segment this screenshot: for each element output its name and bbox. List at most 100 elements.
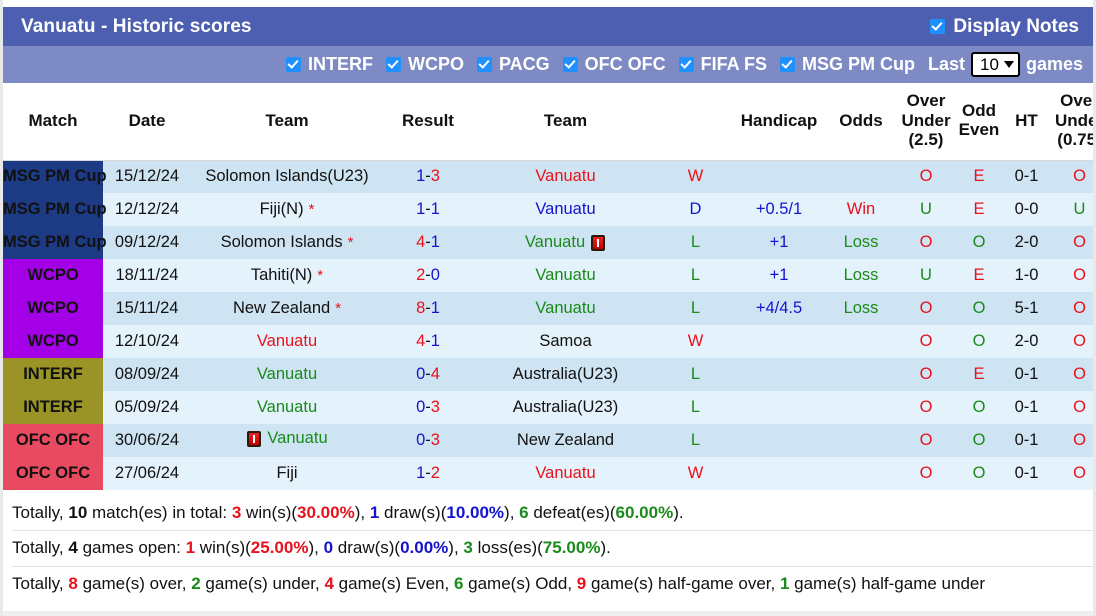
handicap-value: +1 (733, 259, 825, 293)
odd-even-value: O (955, 457, 1003, 491)
table-row[interactable]: WCPO 15/11/24 New Zealand * 8-1 Vanuatu L +4/4.… (3, 292, 1093, 326)
checkbox-icon-ofc-ofc[interactable] (562, 57, 578, 72)
checkbox-icon-pacg[interactable] (477, 57, 492, 72)
column-header-handicap[interactable]: Handicap (733, 83, 825, 161)
home-team-cell[interactable]: Fiji(N) * (191, 193, 383, 227)
ou25-line3: (2.5) (908, 130, 944, 150)
games-count-select[interactable]: 10 (971, 52, 1020, 77)
table-row[interactable]: MSG PM Cup 15/12/24 Solomon Islands(U23) 1-… (3, 160, 1093, 194)
column-header-over-under-075[interactable]: Over Under (0.75) (1050, 83, 1096, 161)
half-time-score: 1-0 (1003, 259, 1050, 293)
score-away: 3 (430, 167, 440, 186)
s2-losses-pct: 75.00% (542, 538, 601, 558)
filter-pacg[interactable]: PACG (477, 54, 550, 75)
checkbox-icon-fifa-fs[interactable] (678, 57, 694, 72)
score-home: 0 (416, 398, 426, 417)
home-team-cell[interactable]: Solomon Islands * (191, 226, 383, 260)
column-header-odd-even[interactable]: Odd Even (955, 83, 1003, 161)
column-header-team-home[interactable]: Team (191, 83, 383, 161)
home-team-cell[interactable]: Tahiti(N) * (191, 259, 383, 293)
ou075-line1: Over (1060, 91, 1096, 110)
table-row[interactable]: WCPO 12/10/24 Vanuatu 4-1 Samoa W O O 2-0 O (3, 325, 1093, 359)
competition-badge[interactable]: MSG PM Cup (3, 160, 107, 194)
table-row[interactable]: MSG PM Cup 12/12/24 Fiji(N) * 1-1 Vanuatu D +0.… (3, 193, 1093, 227)
table-row[interactable]: OFC OFC 27/06/24 Fiji 1-2 Vanuatu W O O 0-1 O (3, 457, 1093, 491)
filter-fifa-fs[interactable]: FIFA FS (678, 54, 767, 75)
win-draw-loss: L (658, 259, 733, 293)
competition-badge[interactable]: INTERF (3, 358, 103, 392)
home-team-cell[interactable]: Solomon Islands(U23) (191, 160, 383, 194)
odd-even-value: E (955, 193, 1003, 227)
score-home: 0 (416, 431, 426, 450)
checkbox-icon-interf[interactable] (286, 57, 301, 72)
away-team-cell[interactable]: New Zealand (473, 424, 658, 458)
competition-badge[interactable]: WCPO (3, 292, 103, 326)
filter-interf[interactable]: INTERF (286, 54, 373, 75)
handicap-value (733, 424, 825, 458)
away-team-wrap: Samoa (539, 332, 591, 351)
competition-badge[interactable]: MSG PM Cup (3, 193, 107, 227)
column-header-odds[interactable]: Odds (825, 83, 897, 161)
home-team-cell[interactable]: Vanuatu (191, 325, 383, 359)
filter-label-interf: INTERF (308, 54, 373, 74)
checkbox-icon-msg-pm-cup[interactable] (780, 57, 796, 72)
competition-badge[interactable]: WCPO (3, 259, 103, 293)
filter-wcpo[interactable]: WCPO (386, 54, 464, 75)
result-score: 1-3 (383, 160, 473, 194)
away-team-cell[interactable]: Vanuatu (473, 259, 658, 293)
away-team-cell[interactable]: Vanuatu (473, 193, 658, 227)
table-row[interactable]: OFC OFC 30/06/24 Vanuatu 0-3 New Zealand L O O 0… (3, 424, 1093, 458)
competition-badge[interactable]: OFC OFC (3, 457, 103, 491)
away-team-cell[interactable]: Vanuatu (473, 226, 658, 260)
competition-badge[interactable]: OFC OFC (3, 424, 103, 458)
score-home: 1 (416, 464, 426, 483)
over-under-075-value: O (1050, 259, 1093, 293)
wdl-value: W (687, 332, 704, 351)
away-team-cell[interactable]: Australia(U23) (473, 358, 658, 392)
ou075-text: O (1073, 365, 1086, 384)
home-team-cell[interactable]: Vanuatu (191, 358, 383, 392)
result-score: 1-1 (383, 193, 473, 227)
filter-ofc-ofc[interactable]: OFC OFC (562, 54, 666, 75)
home-team-cell[interactable]: Vanuatu (191, 391, 383, 425)
s1-wins-pct: 30.00% (297, 503, 355, 523)
column-header-match[interactable]: Match (3, 83, 103, 161)
odds-text: Loss (843, 299, 879, 318)
away-team-cell[interactable]: Vanuatu (473, 160, 658, 194)
away-team-cell[interactable]: Vanuatu (473, 457, 658, 491)
s2-draws: 0 (323, 538, 334, 558)
home-team-cell[interactable]: Vanuatu (191, 424, 383, 458)
away-team-cell[interactable]: Samoa (473, 325, 658, 359)
competition-badge[interactable]: INTERF (3, 391, 103, 425)
competition-badge[interactable]: WCPO (3, 325, 103, 359)
home-team-wrap: Solomon Islands * (221, 233, 354, 252)
table-row[interactable]: INTERF 05/09/24 Vanuatu 0-3 Australia(U23) L O… (3, 391, 1093, 425)
table-row[interactable]: MSG PM Cup 09/12/24 Solomon Islands * 4-1 Van… (3, 226, 1093, 260)
match-date: 18/11/24 (103, 259, 191, 293)
checkbox-icon-display-notes[interactable] (930, 19, 946, 34)
s2-draws-pct: 0.00% (400, 538, 449, 558)
filter-msg-pm-cup[interactable]: MSG PM Cup (780, 54, 915, 75)
column-header-result[interactable]: Result (383, 83, 473, 161)
away-team-cell[interactable]: Australia(U23) (473, 391, 658, 425)
away-team-cell[interactable]: Vanuatu (473, 292, 658, 326)
competition-badge[interactable]: MSG PM Cup (3, 226, 107, 260)
display-notes-toggle[interactable]: Display Notes (930, 16, 1079, 38)
column-header-date[interactable]: Date (103, 83, 191, 161)
s2-draws-label: draw(s)( (333, 538, 401, 558)
ou25-line1: Over (906, 91, 946, 110)
s2-losses-close: ). (600, 538, 611, 558)
odd-even-value: O (955, 424, 1003, 458)
half-time-score: 0-1 (1003, 424, 1050, 458)
checkbox-icon-wcpo[interactable] (386, 57, 401, 72)
column-header-ht[interactable]: HT (1003, 83, 1050, 161)
red-card-icon (247, 430, 262, 447)
column-header-over-under-25[interactable]: Over Under (2.5) (897, 83, 955, 161)
table-row[interactable]: INTERF 08/09/24 Vanuatu 0-4 Australia(U23) L O… (3, 358, 1093, 392)
table-row[interactable]: WCPO 18/11/24 Tahiti(N) * 2-0 Vanuatu L +1 Loss U… (3, 259, 1093, 293)
over-under-25-value: O (897, 325, 955, 359)
neutral-venue-star-icon: * (347, 234, 354, 252)
home-team-cell[interactable]: Fiji (191, 457, 383, 491)
home-team-cell[interactable]: New Zealand * (191, 292, 383, 326)
column-header-team-away[interactable]: Team (473, 83, 658, 161)
